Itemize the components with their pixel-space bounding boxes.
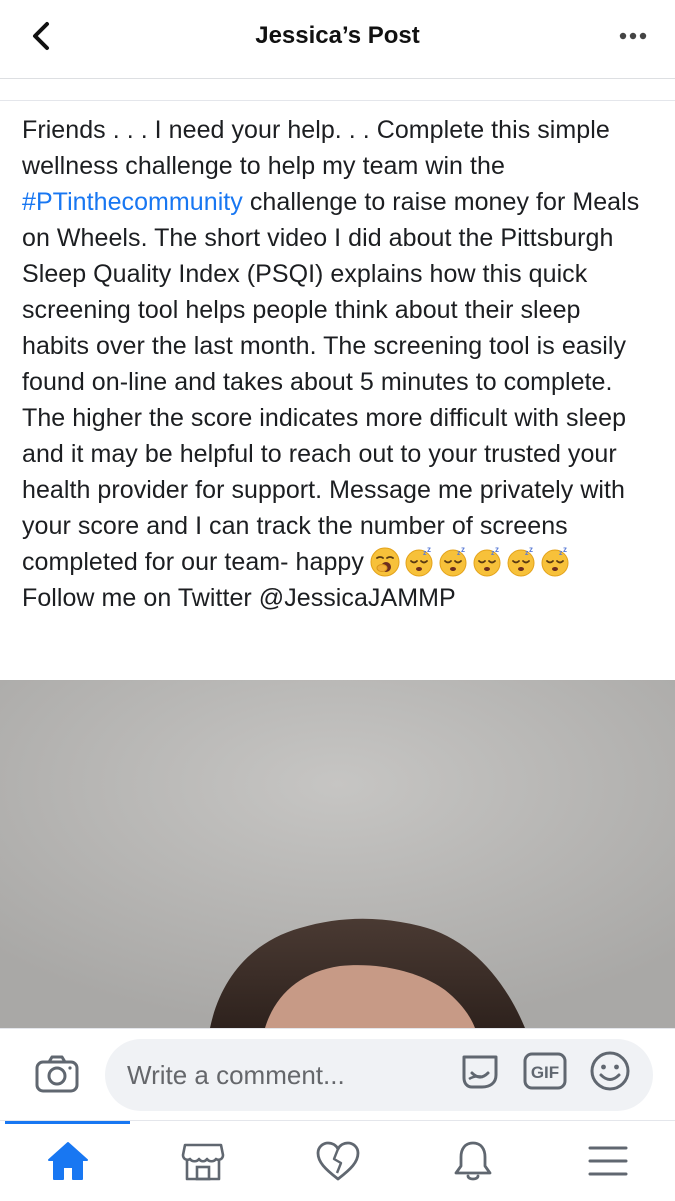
camera-button[interactable]	[33, 1053, 81, 1097]
emoji-icon	[590, 1051, 630, 1091]
divider	[0, 100, 675, 101]
menu-icon	[588, 1146, 627, 1176]
sleeping-face-icon: z z	[473, 547, 501, 577]
tab-marketplace[interactable]	[135, 1131, 270, 1191]
more-horizontal-icon	[619, 32, 647, 40]
tab-dating[interactable]	[270, 1131, 405, 1191]
post-text-part-2: challenge to raise money for Meals on Wh…	[22, 188, 640, 576]
marketplace-icon	[181, 1143, 224, 1181]
home-icon	[47, 1142, 88, 1180]
tab-menu[interactable]	[540, 1131, 675, 1191]
person-photo-image	[0, 680, 675, 1028]
svg-text:GIF: GIF	[531, 1063, 559, 1082]
gif-icon: GIF	[523, 1052, 567, 1090]
page-title: Jessica’s Post	[255, 22, 420, 49]
sticker-button[interactable]	[458, 1049, 502, 1098]
post-closing-line: Follow me on Twitter @JessicaJAMMP	[22, 584, 456, 612]
comment-bar: Write a comment... GIF	[0, 1028, 675, 1121]
sleeping-face-icon: z z	[507, 547, 535, 577]
post-body: Friends . . . I need your help. . . Comp…	[22, 112, 654, 616]
sticker-icon	[462, 1055, 498, 1089]
tab-notifications[interactable]	[405, 1131, 540, 1191]
svg-text:z: z	[495, 547, 499, 554]
post-text-part-1: Friends . . . I need your help. . . Comp…	[22, 116, 610, 180]
bottom-tab-bar	[0, 1120, 675, 1201]
svg-text:z: z	[529, 547, 533, 554]
svg-text:z: z	[461, 547, 465, 554]
svg-text:z: z	[427, 547, 431, 554]
yawning-face-icon	[370, 547, 400, 577]
gif-button[interactable]: GIF	[522, 1049, 568, 1098]
svg-text:z: z	[563, 547, 567, 554]
sleeping-face-icon: z z	[405, 547, 433, 577]
hashtag-link[interactable]: #PTinthecommunity	[22, 188, 243, 216]
sleeping-face-icon: z z	[439, 547, 467, 577]
more-options-button[interactable]	[613, 24, 653, 48]
post-photo[interactable]	[0, 680, 675, 1028]
emoji-button[interactable]	[588, 1049, 632, 1098]
sleeping-face-icon: z z	[541, 547, 569, 577]
active-tab-indicator	[5, 1121, 130, 1124]
comment-placeholder: Write a comment...	[127, 1059, 345, 1090]
comment-input[interactable]: Write a comment...	[105, 1039, 653, 1111]
bell-icon	[454, 1141, 491, 1181]
emoji-row: z z z z z z z z z z	[370, 547, 570, 577]
camera-icon	[35, 1055, 79, 1093]
tab-home[interactable]	[0, 1131, 135, 1191]
heart-icon	[316, 1141, 359, 1181]
post-header: Jessica’s Post	[0, 0, 675, 79]
